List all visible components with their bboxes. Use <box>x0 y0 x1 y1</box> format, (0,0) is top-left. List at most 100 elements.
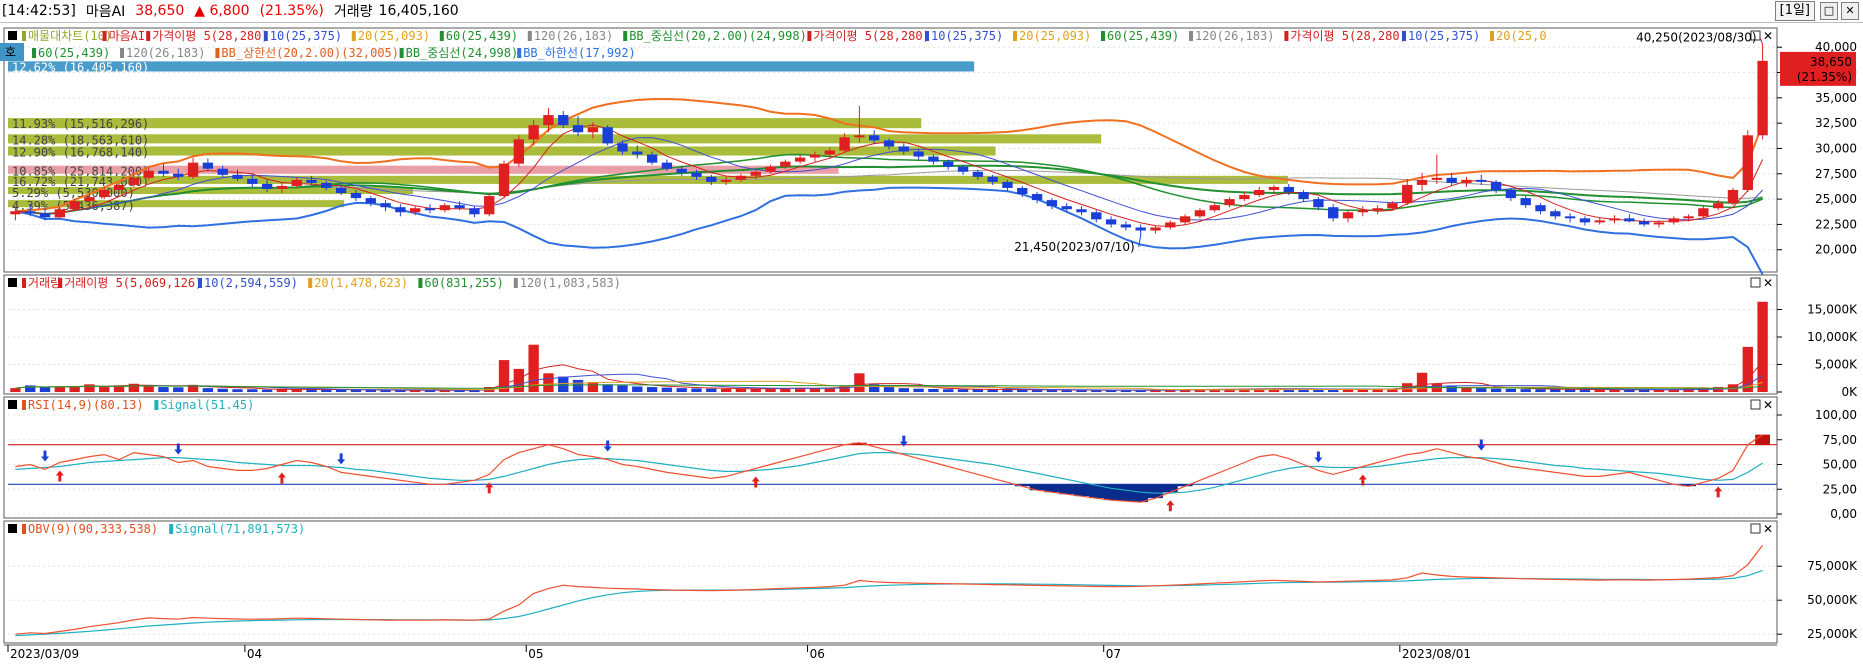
candle-body <box>972 171 984 177</box>
price-axis-tick-label: 25,000 <box>1815 192 1857 206</box>
volume-profile-label: 12.90% (16,768,140) <box>12 145 149 159</box>
candle-body <box>69 201 80 210</box>
candle-body <box>1342 212 1354 219</box>
price-axis-tick-label: 22,500 <box>1815 217 1857 231</box>
volume-bar <box>898 388 909 392</box>
price-legend-item: 60(25,439) <box>1107 29 1179 43</box>
candle-body <box>1579 218 1591 223</box>
obv-panel-close-icon: ✕ <box>1763 522 1773 536</box>
rsi-legend-swatch <box>22 400 26 410</box>
price-legend-swatch <box>527 31 532 41</box>
candle-body <box>1461 179 1472 183</box>
price-legend-swatch <box>22 31 26 41</box>
volume-bar <box>261 389 273 392</box>
volume-bar <box>217 388 228 392</box>
rsi-buy-arrow <box>55 470 64 482</box>
candle-body <box>794 157 806 162</box>
price-legend-item: 120(26,183) <box>1195 29 1274 43</box>
obv-axis-tick-label: 25,000K <box>1807 627 1858 641</box>
volume-axis-tick-label: 0K <box>1841 385 1858 399</box>
obv-legend-item: Signal(71,891,573) <box>175 522 305 536</box>
candle-body <box>410 208 421 213</box>
price-axis-tick-label: 35,000 <box>1815 91 1857 105</box>
volume-bar <box>173 387 184 392</box>
price-legend-swatch <box>925 31 929 41</box>
volume-axis-tick-label: 5,000K <box>1815 358 1858 372</box>
candle-body <box>143 170 154 178</box>
volume-bar <box>854 373 865 392</box>
candle-body <box>1594 220 1605 223</box>
price-axis-tick-label: 20,000 <box>1815 243 1857 257</box>
price-legend-swatch <box>102 31 107 41</box>
rsi-legend-item: RSI(14,9)(80.13) <box>28 398 144 412</box>
candle-body <box>1624 218 1635 222</box>
candle-body <box>247 178 258 184</box>
rate-label: (21.35%) <box>1797 70 1852 84</box>
candle-body <box>1298 192 1309 200</box>
volume-bar <box>1757 301 1768 392</box>
candle-body <box>1402 184 1413 204</box>
price-legend-swatch <box>1013 31 1017 41</box>
candle-body <box>1194 210 1206 217</box>
volume-bar <box>232 389 243 392</box>
volume-legend-item: 120(1,083,583) <box>520 276 621 290</box>
rsi-oversold-fill <box>1014 484 1696 503</box>
rsi-legend-item: Signal(51.45) <box>160 398 254 412</box>
volume-bar <box>1609 389 1620 392</box>
candle-body <box>1357 210 1368 213</box>
candle-body <box>1668 218 1679 223</box>
price-legend-swatch <box>146 31 151 41</box>
rsi-buy-arrow <box>1714 486 1723 498</box>
candle-body <box>1120 224 1132 228</box>
price-legend-swatch <box>1101 31 1105 41</box>
candle-body <box>1727 189 1739 204</box>
candle-body <box>276 185 288 189</box>
volume-bar <box>1579 389 1591 392</box>
obv-signal-line <box>15 569 1763 637</box>
rsi-legend-swatch <box>154 400 159 410</box>
candle-body <box>10 211 21 215</box>
candle-body <box>1031 194 1043 201</box>
volume-bar <box>913 388 924 392</box>
stock-chart[interactable]: ✕40,00037,50035,00032,50030,00027,50025,… <box>0 0 1863 668</box>
candle-body <box>869 135 880 141</box>
price-legend-item: 20(25,0 <box>1496 29 1547 43</box>
candle-body <box>1742 135 1753 190</box>
x-axis-label: 2023/03/09 <box>10 647 79 661</box>
volume-bar <box>720 388 732 392</box>
volume-bar <box>1490 388 1502 392</box>
candle-body <box>128 177 140 185</box>
rsi-panel-menu-icon <box>8 400 17 409</box>
candle-body <box>1239 195 1250 200</box>
volume-panel-close-icon: ✕ <box>1763 276 1773 290</box>
x-axis-label: 05 <box>528 647 543 661</box>
rsi-axis-tick-label: 100,00 <box>1815 408 1857 422</box>
volume-bar <box>202 388 214 392</box>
volume-legend-swatch <box>418 278 423 288</box>
volume-bar <box>928 388 939 392</box>
volume-bar <box>99 387 110 392</box>
candle-body <box>943 161 954 167</box>
candle-body <box>1490 181 1502 190</box>
candle-body <box>1638 221 1650 225</box>
volume-bar <box>987 389 998 392</box>
volume-legend-swatch <box>22 278 26 288</box>
volume-bar <box>1520 389 1531 392</box>
price-legend-item: BB_중심선(20,2.00)(24,998) <box>629 29 807 43</box>
candle-body <box>809 154 821 158</box>
price-legend-2-swatch <box>215 48 220 58</box>
chart-window: [14:42:53] 마음AI 38,650 ▲ 6,800 (21.35%) … <box>0 0 1863 668</box>
volume-bar <box>39 387 51 392</box>
price-panel-menu-icon <box>8 31 17 40</box>
volume-bar <box>350 390 362 392</box>
price-axis-tick-label: 32,500 <box>1815 116 1857 130</box>
volume-profile-bar <box>8 61 975 72</box>
candle-body <box>498 163 510 197</box>
price-legend-swatch <box>807 31 812 41</box>
obv-panel-restore-icon <box>1750 523 1761 534</box>
price-legend-swatch <box>623 31 628 41</box>
candle-body <box>1609 218 1620 221</box>
volume-bar <box>617 385 628 392</box>
candle-body <box>750 171 761 176</box>
candle-body <box>1564 216 1576 219</box>
